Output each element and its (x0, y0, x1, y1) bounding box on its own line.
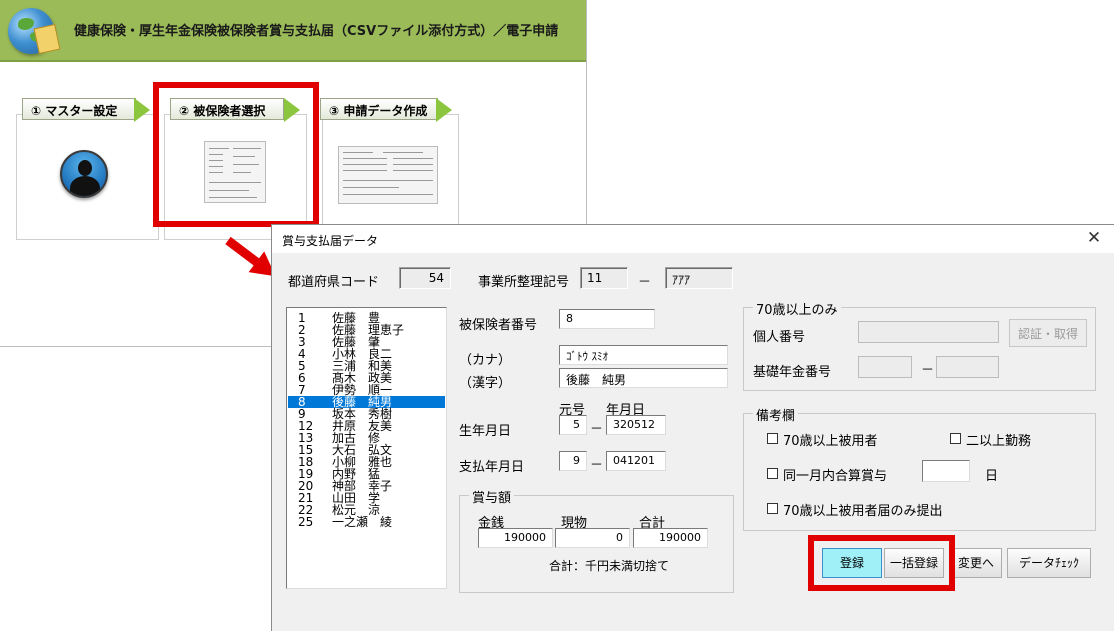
birth-date-label: 生年月日 (459, 424, 512, 439)
pay-era-field[interactable]: 9 (559, 451, 587, 471)
pension-no-field-1 (858, 356, 912, 378)
over70-only-checkbox[interactable] (767, 503, 778, 514)
office-code-field-2: ｱｱｱ (665, 267, 733, 289)
birth-dash: － (590, 422, 604, 437)
birth-era-field[interactable]: 5 (559, 415, 587, 435)
kanji-label: （漢字） (459, 376, 512, 391)
step-tab-master[interactable]: ① マスター設定 (22, 98, 136, 120)
cash-amount-field[interactable]: 190000 (478, 528, 553, 548)
data-check-button[interactable]: データﾁｪｯｸ (1007, 548, 1091, 578)
dialog-title: 賞与支払届データ (282, 234, 379, 248)
pension-no-label: 基礎年金番号 (753, 365, 832, 380)
over70-only-label: 70歳以上被用者届のみ提出 (783, 504, 943, 519)
kana-label: （カナ） (459, 353, 512, 368)
prefecture-code-field: 54 (399, 267, 451, 289)
multiple-work-checkbox[interactable] (950, 433, 961, 444)
user-avatar-icon[interactable] (60, 150, 108, 198)
pension-no-field-2 (936, 356, 999, 378)
create-data-thumbnail[interactable] (338, 146, 438, 204)
highlight-box-step2 (153, 82, 319, 227)
bonus-amount-group-title: 賞与額 (469, 487, 515, 506)
step-arrow-icon (134, 98, 150, 122)
pay-date-field[interactable]: 041201 (606, 451, 666, 471)
dialog-titlebar: 賞与支払届データ ✕ (272, 225, 1114, 253)
office-code-field-1: 11 (580, 267, 628, 289)
over70-employee-label: 70歳以上被用者 (783, 434, 878, 449)
same-month-total-label: 同一月内合算賞与 (783, 469, 888, 484)
kana-name-field[interactable]: ｺﾞﾄｳ ｽﾐｵ (559, 345, 728, 365)
over70-group-title: 70歳以上のみ (753, 299, 841, 318)
personal-no-label: 個人番号 (753, 330, 806, 345)
app-title: 健康保険・厚生年金保険被保険者賞与支払届（CSVファイル添付方式）／電子申請 (74, 24, 559, 39)
close-icon[interactable]: ✕ (1084, 228, 1104, 248)
list-item-number: 25 (298, 515, 314, 529)
day-field[interactable] (922, 460, 970, 482)
list-item[interactable]: 25 一之瀬 綾 (288, 516, 445, 528)
birth-date-field[interactable]: 320512 (606, 415, 666, 435)
multiple-work-label: 二以上勤務 (966, 434, 1032, 449)
personal-no-field (858, 321, 999, 343)
step-tab-create-data[interactable]: ③ 申請データ作成 (320, 98, 438, 120)
pay-dash: － (590, 458, 604, 473)
day-unit-label: 日 (985, 469, 999, 484)
pay-date-label: 支払年月日 (459, 460, 525, 475)
title-banner: 健康保険・厚生年金保険被保険者賞与支払届（CSVファイル添付方式）／電子申請 (0, 0, 586, 62)
insured-list[interactable]: 1 佐藤 豊 2 佐藤 理恵子 3 佐藤 肇 4 小林 良二 5 三浦 和美 6 髙木 政美 7 伊勢 順… (286, 307, 447, 589)
goods-amount-field[interactable]: 0 (555, 528, 630, 548)
rounding-note: 合計：千円未満切捨て (549, 559, 670, 573)
step-arrow-icon (436, 98, 452, 122)
document-icon (33, 23, 61, 55)
remarks-group-title: 備考欄 (753, 405, 799, 424)
list-item-name: 一之瀬 綾 (332, 515, 393, 529)
insured-no-label: 被保険者番号 (459, 318, 538, 333)
change-button[interactable]: 変更へ (950, 548, 1002, 578)
prefecture-code-label: 都道府県コード (288, 275, 380, 290)
over70-employee-checkbox[interactable] (767, 433, 778, 444)
pension-no-dash: － (921, 363, 935, 378)
same-month-total-checkbox[interactable] (767, 468, 778, 479)
highlight-box-register (808, 535, 955, 591)
office-code-dash: － (638, 275, 652, 290)
bonus-data-dialog: 賞与支払届データ ✕ 都道府県コード 54 事業所整理記号 11 － ｱｱｱ 1… (271, 224, 1114, 631)
auth-acquire-button: 認証・取得 (1009, 319, 1087, 347)
office-code-label: 事業所整理記号 (478, 275, 570, 290)
kanji-name-field[interactable]: 後藤 純男 (559, 368, 728, 388)
insured-no-field[interactable]: 8 (559, 309, 655, 329)
total-amount-field[interactable]: 190000 (633, 528, 708, 548)
